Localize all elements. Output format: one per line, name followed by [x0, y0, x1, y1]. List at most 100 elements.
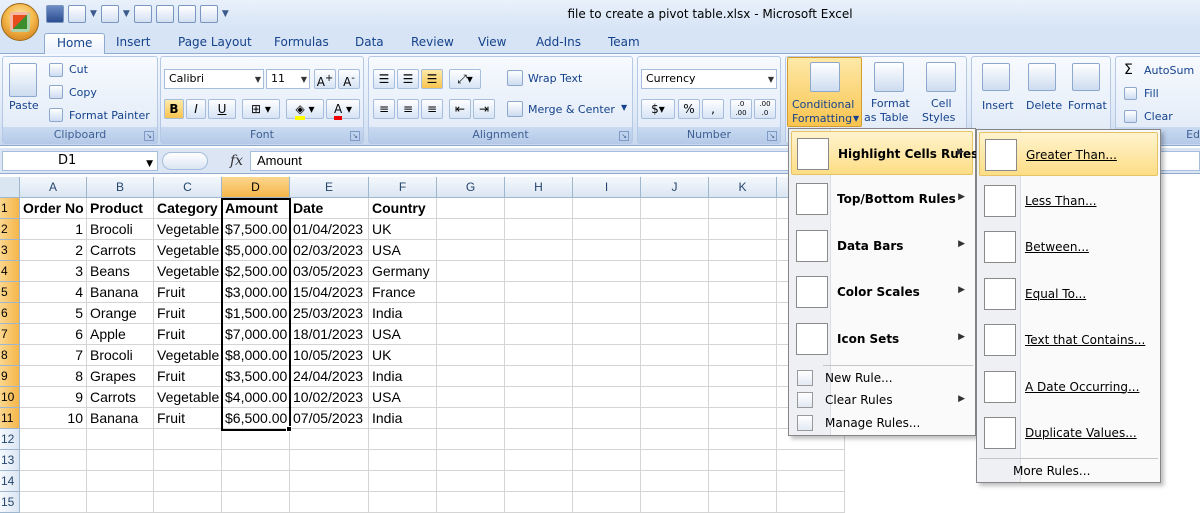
cell[interactable] [437, 240, 505, 261]
cf-menu-item-2[interactable]: Top/Bottom Rules ▶ [791, 177, 973, 221]
cell[interactable] [505, 303, 573, 324]
cell[interactable] [154, 450, 222, 471]
table-cell[interactable]: $4,000.00 [222, 387, 290, 408]
cell[interactable] [641, 240, 709, 261]
cell[interactable] [437, 387, 505, 408]
comma-style-button[interactable]: , [702, 99, 724, 119]
table-cell[interactable]: 3 [20, 261, 87, 282]
conditional-formatting-button[interactable]: Conditional Formatting ▼ [787, 57, 862, 127]
decrease-indent-button[interactable]: ⇤ [449, 99, 471, 119]
cf-menu-item-3[interactable]: Data Bars ▶ [791, 224, 973, 268]
font-name-combo[interactable]: Calibri ▼ [164, 69, 264, 89]
cell[interactable] [709, 471, 777, 492]
cell[interactable] [573, 261, 641, 282]
table-cell[interactable]: Beans [87, 261, 154, 282]
cell[interactable] [437, 366, 505, 387]
table-cell[interactable]: $1,500.00 [222, 303, 290, 324]
cell[interactable] [641, 198, 709, 219]
cell[interactable] [709, 450, 777, 471]
cell[interactable] [709, 408, 777, 429]
row-header-10[interactable]: 10 [0, 387, 20, 408]
cut-button[interactable]: Cut [69, 63, 88, 76]
column-header-b[interactable]: B [87, 177, 154, 198]
tab-page-layout[interactable]: Page Layout [166, 33, 264, 55]
select-all-corner[interactable] [0, 177, 20, 198]
header-cell[interactable]: Date [290, 198, 369, 219]
row-header-2[interactable]: 2 [0, 219, 20, 240]
table-cell[interactable]: Germany [369, 261, 437, 282]
cell[interactable] [154, 471, 222, 492]
header-cell[interactable]: Amount [222, 198, 290, 219]
bold-button[interactable]: B [164, 99, 184, 119]
table-cell[interactable]: $2,500.00 [222, 261, 290, 282]
cell[interactable] [437, 282, 505, 303]
name-box[interactable]: D1 ▼ [2, 151, 158, 171]
table-cell[interactable]: 2 [20, 240, 87, 261]
cell[interactable] [573, 282, 641, 303]
table-cell[interactable]: UK [369, 345, 437, 366]
cell[interactable] [573, 345, 641, 366]
tab-team[interactable]: Team [596, 33, 652, 55]
table-cell[interactable]: $5,000.00 [222, 240, 290, 261]
table-cell[interactable]: Fruit [154, 366, 222, 387]
align-center-button[interactable]: ≡ [397, 99, 419, 119]
cell[interactable] [505, 387, 573, 408]
table-cell[interactable]: 24/04/2023 [290, 366, 369, 387]
cell[interactable] [290, 429, 369, 450]
tab-data[interactable]: Data [343, 33, 396, 55]
column-header-e[interactable]: E [290, 177, 369, 198]
decrease-decimal-button[interactable]: .00 .0 [754, 99, 776, 119]
cell[interactable] [709, 303, 777, 324]
column-header-a[interactable]: A [20, 177, 87, 198]
row-header-1[interactable]: 1 [0, 198, 20, 219]
cell[interactable] [437, 345, 505, 366]
cell[interactable] [505, 261, 573, 282]
table-cell[interactable]: $7,500.00 [222, 219, 290, 240]
format-painter-button[interactable]: Format Painter [69, 109, 150, 122]
percent-style-button[interactable]: % [678, 99, 700, 119]
table-cell[interactable]: $6,500.00 [222, 408, 290, 429]
cell[interactable] [369, 450, 437, 471]
table-cell[interactable]: Brocoli [87, 219, 154, 240]
cell[interactable] [437, 408, 505, 429]
cell[interactable] [437, 303, 505, 324]
insert-cells-button[interactable]: Insert [982, 99, 1014, 112]
align-top-button[interactable]: ☰ [373, 69, 395, 89]
row-header-4[interactable]: 4 [0, 261, 20, 282]
row-header-11[interactable]: 11 [0, 408, 20, 429]
number-format-combo[interactable]: Currency ▼ [641, 69, 777, 89]
cell[interactable] [505, 450, 573, 471]
table-cell[interactable]: 01/04/2023 [290, 219, 369, 240]
table-cell[interactable]: USA [369, 387, 437, 408]
table-cell[interactable]: Fruit [154, 282, 222, 303]
table-cell[interactable]: France [369, 282, 437, 303]
row-header-5[interactable]: 5 [0, 282, 20, 303]
delete-cells-button[interactable]: Delete [1026, 99, 1062, 112]
table-cell[interactable]: Apple [87, 324, 154, 345]
cell[interactable] [290, 471, 369, 492]
cell[interactable] [709, 219, 777, 240]
cell[interactable] [641, 261, 709, 282]
row-header-3[interactable]: 3 [0, 240, 20, 261]
table-cell[interactable]: 6 [20, 324, 87, 345]
column-header-g[interactable]: G [437, 177, 505, 198]
row-header-9[interactable]: 9 [0, 366, 20, 387]
merge-dropdown-icon[interactable]: ▼ [621, 103, 627, 112]
table-cell[interactable]: Fruit [154, 408, 222, 429]
merge-center-button[interactable]: Merge & Center [528, 103, 615, 116]
increase-indent-button[interactable]: ⇥ [473, 99, 495, 119]
cell[interactable] [573, 408, 641, 429]
header-cell[interactable]: Country [369, 198, 437, 219]
highlight-rule-item-1[interactable]: Greater Than... [979, 132, 1158, 176]
format-as-table-button[interactable]: Format [871, 97, 910, 110]
cell[interactable] [437, 324, 505, 345]
table-cell[interactable]: India [369, 303, 437, 324]
row-header-14[interactable]: 14 [0, 471, 20, 492]
column-header-c[interactable]: C [154, 177, 222, 198]
column-header-d[interactable]: D [222, 177, 290, 198]
table-cell[interactable]: 02/03/2023 [290, 240, 369, 261]
cell[interactable] [505, 219, 573, 240]
cf-menu-item-1[interactable]: Highlight Cells Rules ▶ [791, 131, 978, 175]
alignment-launcher-icon[interactable]: ↘ [619, 131, 629, 141]
more-rules-item[interactable]: More Rules... [979, 460, 1158, 482]
